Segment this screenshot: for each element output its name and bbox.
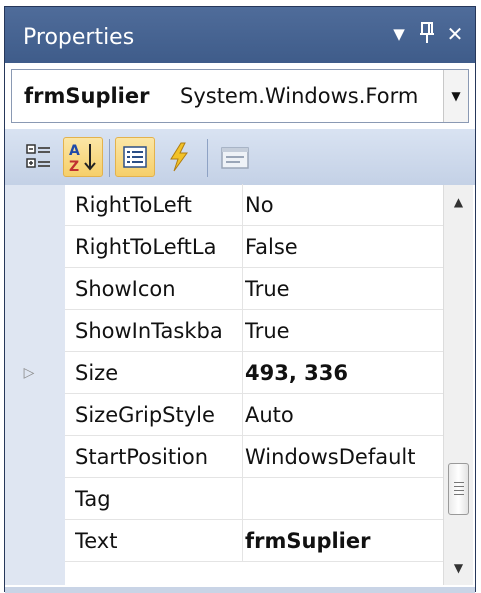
property-pages-button[interactable]	[215, 137, 255, 177]
property-value[interactable]: True	[245, 268, 443, 310]
expand-icon[interactable]: ▷	[21, 352, 37, 394]
toolbar-separator	[109, 139, 110, 177]
object-selector[interactable]: frmSuplier System.Windows.Form ▼	[11, 69, 469, 123]
property-name: RightToLeftLa	[75, 226, 243, 268]
property-value[interactable]: No	[245, 184, 443, 226]
property-row[interactable]: ShowInTaskba True	[65, 310, 443, 352]
property-name: ShowInTaskba	[75, 310, 243, 352]
property-row[interactable]: SizeGripStyle Auto	[65, 394, 443, 436]
properties-toolbar: A Z	[5, 129, 475, 186]
property-pages-icon	[221, 147, 249, 169]
property-row[interactable]: StartPosition WindowsDefault	[65, 436, 443, 478]
property-row[interactable]: Text frmSuplier	[65, 520, 443, 562]
alphabetical-button[interactable]: A Z	[63, 137, 103, 177]
properties-content: frmSuplier System.Windows.Form ▼ A Z Rig…	[5, 63, 475, 593]
alphabetical-icon: A Z	[69, 143, 96, 175]
properties-window: Properties ▼ ✕ frmSuplier System.Windows…	[4, 6, 476, 593]
svg-text:A: A	[69, 143, 80, 159]
grip-line	[454, 486, 464, 487]
property-grid: RightToLeft No RightToLeftLa False ShowIcon T…	[5, 184, 475, 593]
property-value[interactable]: frmSuplier	[245, 520, 443, 562]
property-name: Size	[75, 352, 243, 394]
scroll-thumb[interactable]	[448, 463, 469, 515]
object-name: frmSuplier	[24, 84, 150, 108]
close-icon[interactable]: ✕	[443, 21, 467, 47]
property-name: RightToLeft	[75, 184, 243, 226]
property-name: StartPosition	[75, 436, 243, 478]
scroll-down-icon[interactable]: ▼	[444, 553, 473, 583]
property-name: ShowIcon	[75, 268, 243, 310]
property-row[interactable]: Tag	[65, 478, 443, 520]
panel-title: Properties	[23, 25, 135, 50]
property-value[interactable]: True	[245, 310, 443, 352]
property-name: Text	[75, 520, 243, 562]
property-row[interactable]: RightToLeft No	[65, 184, 443, 226]
properties-button[interactable]	[115, 137, 155, 177]
property-value[interactable]: False	[245, 226, 443, 268]
property-row[interactable]: Size 493, 336	[65, 352, 443, 394]
toolbar-separator	[207, 139, 208, 177]
scroll-up-icon[interactable]: ▲	[444, 187, 473, 217]
categorized-icon	[26, 144, 50, 168]
property-value[interactable]: Auto	[245, 394, 443, 436]
pin-icon-svg	[420, 22, 434, 43]
events-icon	[170, 142, 188, 172]
pin-icon[interactable]	[415, 21, 439, 47]
grip-line	[454, 490, 464, 491]
grip-line	[454, 482, 464, 483]
property-value[interactable]: 493, 336	[245, 352, 443, 394]
categorized-button[interactable]	[19, 137, 59, 177]
property-value[interactable]	[245, 478, 443, 520]
property-row[interactable]: RightToLeftLa False	[65, 226, 443, 268]
chevron-down-icon[interactable]: ▼	[443, 70, 468, 122]
events-button[interactable]	[159, 137, 199, 177]
window-position-dropdown-icon[interactable]: ▼	[387, 21, 411, 47]
property-name: SizeGripStyle	[75, 394, 243, 436]
property-value[interactable]: WindowsDefault	[245, 436, 443, 478]
title-bar[interactable]: Properties ▼ ✕	[5, 7, 475, 63]
svg-text:Z: Z	[69, 159, 79, 175]
vertical-scrollbar[interactable]: ▲ ▼	[443, 185, 473, 585]
grip-line	[454, 494, 464, 495]
object-type: System.Windows.Form	[180, 84, 419, 108]
property-row[interactable]: ShowIcon True	[65, 268, 443, 310]
properties-icon	[123, 146, 147, 168]
description-pane-splitter[interactable]	[5, 587, 475, 593]
property-name: Tag	[75, 478, 243, 520]
